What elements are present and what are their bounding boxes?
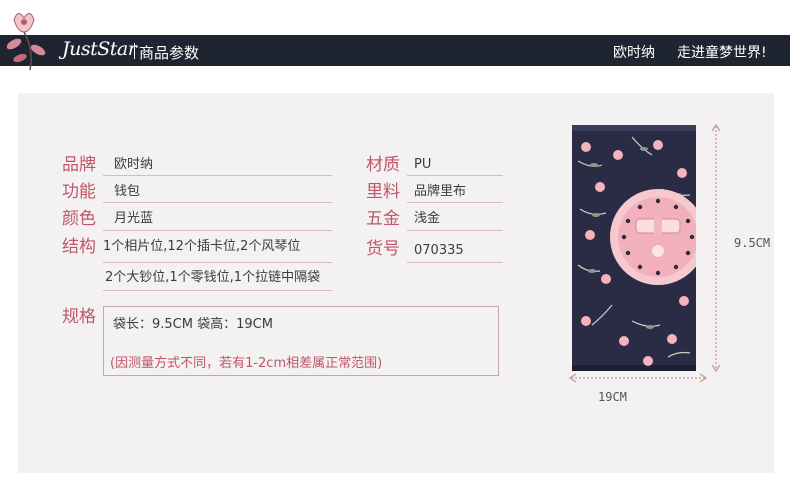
header-brand-name: 欧时纳: [613, 45, 655, 61]
hardware-value: 浅金: [414, 211, 441, 226]
brand-underline: [103, 175, 332, 176]
brand-logo: JustStar: [62, 38, 137, 60]
item-no-value: 070335: [414, 243, 464, 258]
spec-note: (因测量方式不同，若有1-2cm相差属正常范围): [110, 356, 383, 371]
color-label: 颜色: [62, 209, 96, 229]
item-no-underline: [407, 262, 503, 263]
hardware-label: 五金: [366, 209, 400, 229]
function-label: 功能: [62, 182, 96, 202]
lining-label: 里料: [366, 182, 400, 202]
spec-size: 袋长：9.5CM 袋高：19CM: [113, 317, 273, 332]
color-underline: [103, 230, 332, 231]
material-label: 材质: [366, 155, 400, 175]
height-label: 9.5CM: [734, 236, 771, 250]
wallet-product-image: [572, 125, 696, 371]
function-value: 钱包: [114, 184, 141, 199]
material-underline: [407, 175, 503, 176]
width-dimension-arrow: [569, 373, 707, 383]
structure-value-line2: 2个大钞位,1个零钱位,1个拉链中隔袋: [105, 270, 321, 285]
lining-underline: [407, 202, 503, 203]
item-no-label: 货号: [366, 239, 400, 259]
material-value: PU: [414, 157, 432, 172]
spec-label: 规格: [62, 307, 96, 327]
structure-underline-1: [103, 262, 332, 263]
color-value: 月光蓝: [114, 211, 154, 226]
lining-value: 品牌里布: [414, 184, 467, 199]
hardware-underline: [407, 230, 503, 231]
header-divider: [134, 43, 135, 59]
structure-value-line1: 1个相片位,12个插卡位,2个风琴位: [103, 239, 301, 254]
header-title: 商品参数: [139, 44, 200, 62]
width-label: 19CM: [598, 390, 627, 404]
header-slogan: 走进童梦世界!: [677, 45, 767, 61]
brand-label: 品牌: [62, 155, 96, 175]
height-dimension-arrow: [711, 124, 721, 372]
structure-label: 结构: [62, 237, 96, 257]
structure-underline-2: [103, 290, 332, 291]
brand-value: 欧时纳: [114, 157, 154, 172]
function-underline: [103, 202, 332, 203]
